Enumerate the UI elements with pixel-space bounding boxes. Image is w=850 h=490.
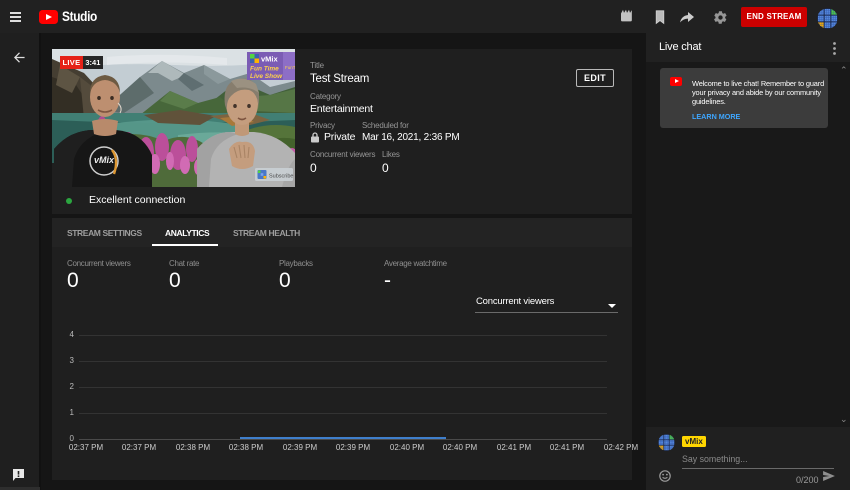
svg-text:Fun Time: Fun Time	[250, 66, 279, 73]
svg-text:Subscribe: Subscribe	[269, 174, 293, 180]
svg-text:FunT: FunT	[285, 65, 295, 70]
svg-text:vMix: vMix	[261, 55, 279, 64]
svg-text:vMix: vMix	[94, 155, 115, 165]
svg-text:Live Show: Live Show	[250, 73, 283, 80]
